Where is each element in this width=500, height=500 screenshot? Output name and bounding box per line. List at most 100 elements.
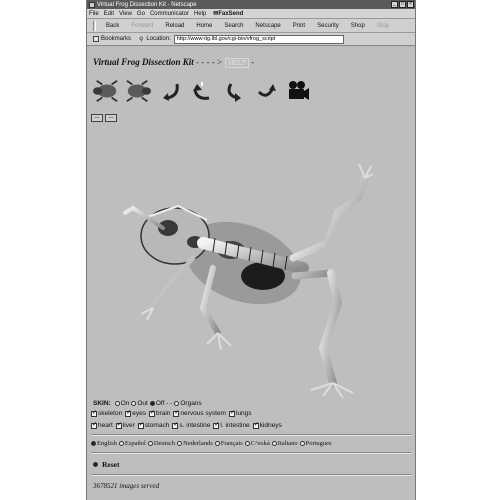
zoom-controls: — —	[91, 114, 117, 122]
skin-off-radio[interactable]: Off - -	[149, 400, 172, 407]
divider	[91, 434, 411, 436]
reload-button[interactable]: Reload	[159, 23, 190, 29]
frog-rotate-right-icon[interactable]	[125, 78, 151, 104]
menu-view[interactable]: View	[119, 11, 132, 17]
curved-arrow-up-icon[interactable]	[189, 78, 215, 104]
title-bar: Virtual Frog Dissection Kit - Netscape _…	[87, 0, 415, 9]
nervous-system-checkbox[interactable]: nervous system	[173, 410, 226, 417]
browser-window: Virtual Frog Dissection Kit - Netscape _…	[86, 0, 416, 500]
curved-arrow-left-icon[interactable]	[221, 78, 247, 104]
bookmark-icon	[93, 36, 99, 42]
print-button[interactable]: Print	[287, 23, 311, 29]
language-selector: English Español Deutsch Nederlands Franç…	[91, 440, 332, 447]
zoom-in-button[interactable]: —	[105, 114, 117, 122]
minimize-button[interactable]: _	[391, 1, 398, 8]
lang-english[interactable]: English	[91, 440, 117, 447]
curved-arrow-down-icon[interactable]	[157, 78, 183, 104]
brain-checkbox[interactable]: brain	[148, 410, 170, 417]
checkbox-icon	[172, 422, 178, 429]
small-intestine-checkbox[interactable]: s. intestine	[172, 422, 210, 429]
heart-checkbox[interactable]: heart	[91, 422, 113, 429]
netscape-button[interactable]: Netscape	[249, 23, 286, 29]
lang-nederlands[interactable]: Nederlands	[177, 440, 213, 447]
location-icon: ⚲	[139, 36, 144, 43]
page-title: Virtual Frog Dissection Kit - - - - > HE…	[93, 57, 255, 68]
radio-icon	[118, 441, 124, 446]
divider	[91, 474, 411, 476]
kidneys-checkbox[interactable]: kidneys	[252, 422, 282, 429]
radio-icon	[271, 441, 277, 446]
curved-arrow-right-icon[interactable]	[253, 78, 279, 104]
checkbox-icon	[252, 422, 259, 429]
movie-camera-icon[interactable]	[285, 78, 311, 104]
shop-button[interactable]: Shop	[345, 23, 371, 29]
checkbox-icon	[115, 422, 122, 429]
checkbox-icon	[148, 410, 155, 417]
stop-button[interactable]: Stop	[371, 23, 395, 29]
title-arrows: - - - - >	[196, 57, 223, 67]
image-counter: 3678521 images served	[93, 482, 160, 490]
bullet-icon	[93, 462, 98, 467]
radio-selected-icon	[91, 441, 96, 446]
location-label: Location:	[146, 36, 171, 42]
stomach-checkbox[interactable]: stomach	[137, 422, 169, 429]
menu-help[interactable]: Help	[194, 11, 206, 17]
menu-communicator[interactable]: Communicator	[150, 11, 189, 17]
radio-icon	[214, 441, 220, 446]
checkbox-icon	[213, 422, 219, 429]
close-button[interactable]: ×	[407, 1, 414, 8]
frog-rotate-left-icon[interactable]	[93, 78, 119, 104]
bookmarks-button[interactable]: Bookmarks	[93, 36, 136, 42]
skin-on-radio[interactable]: On	[114, 400, 129, 407]
menu-go[interactable]: Go	[137, 11, 145, 17]
skin-organs-radio[interactable]: Organs	[174, 400, 202, 407]
security-button[interactable]: Security	[311, 23, 345, 29]
forward-button[interactable]: Forward	[125, 23, 159, 29]
zoom-out-button[interactable]: —	[91, 114, 103, 122]
search-button[interactable]: Search	[218, 23, 249, 29]
skin-options: SKIN: On Out Off - - Organs	[93, 400, 202, 407]
window-title: Virtual Frog Dissection Kit - Netscape	[97, 1, 197, 8]
rotation-toolbar	[93, 78, 311, 104]
lang-portugues[interactable]: Portugues	[299, 440, 332, 447]
lang-deutsch[interactable]: Deutsch	[147, 440, 175, 447]
location-toolbar: Bookmarks ⚲ Location:	[87, 33, 415, 46]
back-button[interactable]: Back	[100, 23, 125, 29]
reset-button[interactable]: Reset	[93, 460, 120, 469]
eyes-checkbox[interactable]: eyes	[125, 410, 146, 417]
radio-selected-icon	[149, 400, 155, 406]
lungs-checkbox[interactable]: lungs	[228, 410, 252, 417]
skeleton-checkbox[interactable]: skeleton	[91, 410, 122, 417]
checkbox-icon	[125, 410, 131, 417]
url-input[interactable]	[173, 34, 344, 44]
frog-skeleton-image[interactable]	[123, 158, 374, 399]
liver-checkbox[interactable]: liver	[115, 422, 135, 429]
skin-out-radio[interactable]: Out	[131, 400, 148, 407]
maximize-button[interactable]: □	[399, 1, 406, 8]
radio-icon	[131, 400, 137, 406]
checkbox-icon	[173, 410, 179, 417]
menu-bar: File Edit View Go Communicator Help ✉Fax…	[87, 9, 415, 19]
menu-edit[interactable]: Edit	[104, 11, 114, 17]
menu-file[interactable]: File	[89, 11, 99, 17]
lang-espanol[interactable]: Español	[118, 440, 146, 447]
radio-icon	[174, 400, 180, 406]
radio-icon	[147, 441, 153, 446]
checkbox-icon	[137, 422, 144, 429]
lang-ceska[interactable]: C^eská	[244, 440, 270, 447]
radio-icon	[244, 441, 250, 446]
checkbox-icon	[91, 410, 97, 417]
radio-icon	[177, 441, 183, 446]
toolbar-grip[interactable]	[93, 20, 96, 31]
large-intestine-checkbox[interactable]: l. intestine	[213, 422, 250, 429]
netscape-window-icon[interactable]	[89, 1, 95, 8]
help-link[interactable]: HELP	[225, 58, 249, 68]
home-button[interactable]: Home	[190, 23, 218, 29]
organ-checkboxes-row-2: heart liver stomach s. intestine l. inte…	[91, 422, 282, 429]
lang-francais[interactable]: Français	[214, 440, 243, 447]
lang-italiano[interactable]: Italiano	[271, 440, 298, 447]
page-content: Virtual Frog Dissection Kit - - - - > HE…	[87, 48, 415, 500]
menu-faxsend[interactable]: ✉FaxSend	[213, 10, 243, 17]
navigation-toolbar: Back Forward Reload Home Search Netscape…	[87, 19, 415, 33]
radio-icon	[114, 400, 120, 406]
